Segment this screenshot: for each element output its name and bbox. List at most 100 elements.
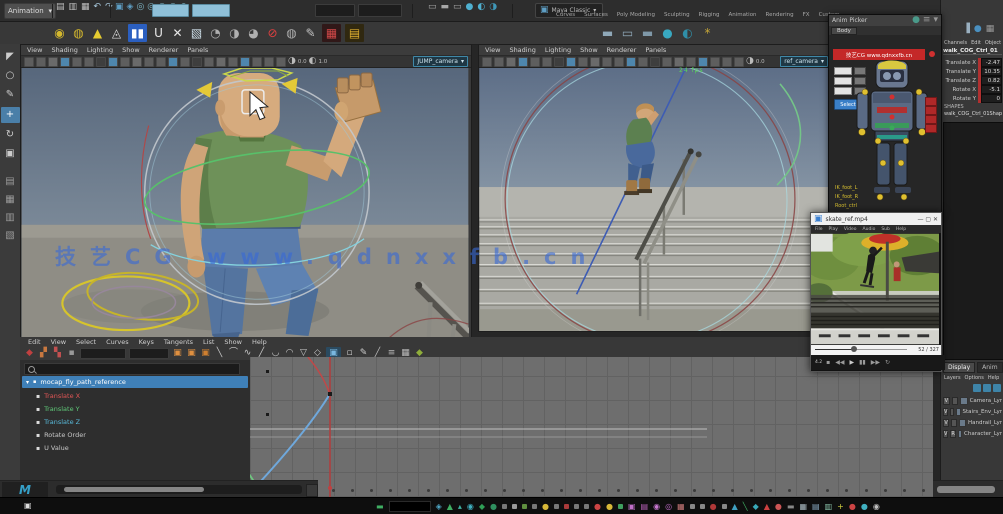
camera-selector[interactable]: JUMP_camera ▾	[413, 56, 468, 67]
shelf-tab[interactable]: Curves	[556, 12, 575, 21]
video-seekbar[interactable]: 52 / 327	[811, 345, 941, 355]
viewport-toolbar-icons[interactable]	[24, 57, 286, 67]
layer-color-swatch[interactable]	[959, 419, 966, 427]
picker-tab-body[interactable]: Body	[831, 27, 857, 35]
cb-channel-row[interactable]: Rotate X -5.1	[941, 85, 1003, 94]
app-launcher-icon[interactable]: ▣	[24, 502, 32, 510]
render-icons[interactable]: ▭▬▭●◐◑	[428, 3, 497, 12]
shelf-tab[interactable]: Poly Modeling	[617, 12, 655, 21]
rename-field[interactable]	[192, 4, 230, 17]
video-menu[interactable]: Audio	[863, 227, 876, 232]
ge-menu-curves[interactable]: Curves	[106, 338, 129, 346]
menu-show[interactable]: Show	[122, 46, 140, 54]
ge-menu-help[interactable]: Help	[252, 338, 267, 346]
ge-menu-edit[interactable]: Edit	[28, 338, 41, 346]
ge-key-icons[interactable]: ◆▞▚▪	[24, 348, 77, 359]
viewport-left-scene[interactable]	[21, 68, 469, 338]
menu-shading[interactable]: Shading	[509, 46, 535, 54]
ge-channel-row[interactable]: ▪ Rotate Order	[22, 429, 248, 441]
shelf-tab[interactable]: Surfaces	[584, 12, 608, 21]
ge-channel-row[interactable]: ▪ Translate Y	[22, 403, 248, 415]
shelf-icons-right[interactable]: ▬▭▬●◐*	[600, 25, 715, 41]
shelf-tab[interactable]: Sculpting	[664, 12, 690, 21]
ge-stat-field-time[interactable]	[80, 348, 126, 359]
layer-row[interactable]: V Handrail_Lyr	[943, 418, 1002, 428]
cb-channel-row[interactable]: Translate X -2.47	[941, 58, 1003, 67]
ge-horizontal-scrollbar[interactable]	[56, 485, 302, 494]
ge-search-field[interactable]	[24, 363, 240, 375]
visibility-toggle[interactable]: V	[943, 408, 948, 416]
video-frame[interactable]	[811, 233, 939, 345]
ge-menu-tangents[interactable]: Tangents	[164, 338, 193, 346]
dock-corner-icons[interactable]: ▐●▦	[963, 25, 994, 34]
menu-panels[interactable]: Panels	[645, 46, 666, 54]
menu-view[interactable]: View	[27, 46, 42, 54]
picker-red-button[interactable]	[925, 106, 937, 115]
layout-buttons[interactable]: ▤▦▥▧	[3, 175, 18, 243]
picker-titlebar[interactable]: Anim Picker ●≡▾	[829, 15, 941, 26]
exposure-control[interactable]: ◑0.0	[746, 57, 765, 66]
input-field[interactable]	[358, 4, 402, 17]
tab-anim[interactable]: Anim	[977, 362, 1002, 373]
layer-color-swatch[interactable]	[960, 397, 967, 405]
toolbar-search-field[interactable]	[389, 501, 431, 512]
ge-menu-show[interactable]: Show	[224, 338, 242, 346]
picker-character-map[interactable]	[849, 59, 935, 211]
channel-value[interactable]: -5.1	[981, 85, 1002, 94]
ge-menu-view[interactable]: View	[51, 338, 66, 346]
menu-panels[interactable]: Panels	[187, 46, 208, 54]
layer-row[interactable]: VR Character_Lyr	[943, 429, 1002, 439]
camera-selector[interactable]: ref_camera ▾	[780, 56, 828, 67]
menu-renderer[interactable]: Renderer	[149, 46, 179, 54]
video-menu[interactable]: Play	[829, 227, 838, 232]
channel-value[interactable]: 0.82	[981, 76, 1002, 85]
picker-note[interactable]: Root_ctrl	[835, 203, 857, 209]
scrollbar-handle[interactable]	[937, 486, 995, 493]
picker-toolbar-icons[interactable]: ●≡▾	[912, 16, 938, 25]
visibility-toggle[interactable]: V	[943, 397, 950, 405]
scrollbar-handle[interactable]	[64, 487, 204, 492]
minimize-strip-icon[interactable]: ▬	[376, 503, 384, 511]
layers-menu-help[interactable]: Help	[988, 375, 999, 381]
video-titlebar[interactable]: ▣ skate_ref.mp4 — ▢ ✕	[811, 213, 941, 225]
gamma-control[interactable]: ◐1.0	[309, 57, 328, 66]
playback-toggle[interactable]	[952, 397, 959, 405]
menu-shading[interactable]: Shading	[51, 46, 77, 54]
reference-toggle[interactable]: R	[950, 430, 955, 438]
picker-red-button[interactable]	[925, 115, 937, 124]
layer-color-swatch[interactable]	[958, 430, 962, 438]
menu-lighting[interactable]: Lighting	[545, 46, 571, 54]
picker-red-button[interactable]	[925, 124, 937, 133]
menu-renderer[interactable]: Renderer	[607, 46, 637, 54]
layer-row[interactable]: V Stairs_Env_Lyr	[943, 407, 1002, 417]
layer-row[interactable]: V Camera_Lyr	[943, 396, 1002, 406]
cb-channel-row[interactable]: Translate Z 0.82	[941, 76, 1003, 85]
scroll-corner-button[interactable]	[306, 484, 318, 497]
channel-value[interactable]: -2.47	[981, 58, 1002, 67]
picker-red-button[interactable]	[925, 97, 937, 106]
ge-menu-list[interactable]: List	[203, 338, 214, 346]
new-layer-icon[interactable]	[973, 384, 981, 392]
cb-shape-name[interactable]: walk_COG_Ctrl_01Shape	[944, 111, 1002, 117]
shelf-tab[interactable]: Animation	[729, 12, 757, 21]
layers-menu-options[interactable]: Options	[965, 375, 984, 381]
cb-menu-object[interactable]: Object	[985, 40, 1001, 46]
menu-set-dropdown[interactable]: Animation ▾	[4, 3, 56, 19]
video-menu[interactable]: Sub	[881, 227, 890, 232]
cb-menu-edit[interactable]: Edit	[971, 40, 981, 46]
picker-note[interactable]: IK_foot_R	[835, 194, 858, 200]
cb-channel-row[interactable]: Rotate Y 0	[941, 94, 1003, 103]
layer-color-swatch[interactable]	[956, 408, 960, 416]
ge-channel-row[interactable]: ▪ U Value	[22, 442, 248, 454]
ge-channel-row[interactable]: ▪ Translate Z	[22, 416, 248, 428]
exposure-control[interactable]: ◑0.0	[288, 57, 307, 66]
shelf-tab[interactable]: Rendering	[766, 12, 794, 21]
ge-stat-field-value[interactable]	[129, 348, 169, 359]
ge-menu-keys[interactable]: Keys	[139, 338, 154, 346]
ge-selected-node[interactable]: ▾ ▪ mocap_fly_path_reference	[22, 376, 248, 388]
graph-editor-curve-area[interactable]	[250, 357, 933, 497]
cb-menu-channels[interactable]: Channels	[944, 40, 967, 46]
ge-timeline-ticks[interactable]	[256, 489, 925, 492]
layer-buttons[interactable]	[973, 384, 1001, 392]
visibility-toggle[interactable]: V	[943, 430, 948, 438]
